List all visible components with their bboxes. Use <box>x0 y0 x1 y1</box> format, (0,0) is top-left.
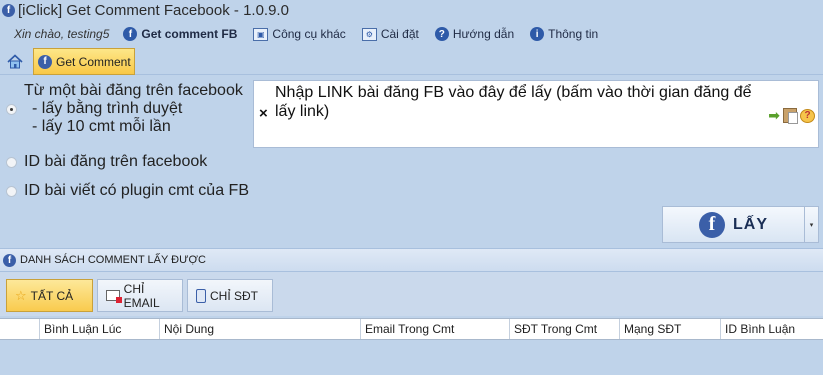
filter-bar: ☆ TẤT CẢ CHỈ EMAIL CHỈ SĐT <box>0 272 823 316</box>
get-dropdown-button[interactable]: ▾ <box>805 206 819 243</box>
filter-phone-label: CHỈ SĐT <box>210 288 258 303</box>
arrow-right-icon[interactable]: ➡ <box>768 107 780 124</box>
menu-other-tools-label: Công cụ khác <box>272 27 346 41</box>
option-from-post-sub2: - lấy 10 cmt mỗi lần <box>32 118 171 135</box>
app-facebook-icon: f <box>2 3 15 17</box>
col-comment-id[interactable]: ID Bình Luận <box>721 319 823 339</box>
home-button[interactable] <box>6 52 24 70</box>
home-icon <box>7 53 23 68</box>
col-email[interactable]: Email Trong Cmt <box>361 319 510 339</box>
phone-icon <box>196 288 206 303</box>
tab-get-comment-label: Get Comment <box>56 54 131 69</box>
facebook-icon: f <box>38 54 52 69</box>
menu-other-tools[interactable]: ▣ Công cụ khác <box>253 27 346 41</box>
star-icon: ☆ <box>15 287 27 303</box>
filter-phone-button[interactable]: CHỈ SĐT <box>187 279 273 312</box>
menu-settings-label: Cài đặt <box>380 27 419 41</box>
tab-get-comment[interactable]: f Get Comment <box>33 48 135 75</box>
menu-settings[interactable]: ⚙ Cài đặt <box>361 27 419 41</box>
menu-get-comment-fb[interactable]: f Get comment FB <box>123 27 237 41</box>
facebook-bubble-icon: f <box>699 211 725 238</box>
clear-icon[interactable]: × <box>259 105 268 122</box>
menu-info[interactable]: i Thông tin <box>530 27 598 41</box>
menu-info-label: Thông tin <box>548 27 599 41</box>
radio-post-id[interactable] <box>6 157 17 168</box>
col-phone[interactable]: SĐT Trong Cmt <box>510 319 620 339</box>
comments-section-header: f DANH SÁCH COMMENT LẤY ĐƯỢC <box>0 248 823 272</box>
link-input[interactable]: × Nhập LINK bài đăng FB vào đây để lấy (… <box>253 80 819 148</box>
filter-all-label: TẤT CẢ <box>30 288 74 303</box>
tools-icon: ▣ <box>253 27 269 41</box>
col-select[interactable] <box>0 319 40 339</box>
question-bubble-icon[interactable]: ? <box>800 108 815 123</box>
option-post-id-label: ID bài đăng trên facebook <box>24 153 208 170</box>
info-icon: i <box>530 27 545 41</box>
col-content[interactable]: Nội Dung <box>160 319 361 339</box>
facebook-icon: f <box>123 27 138 41</box>
filter-email-label: CHỈ EMAIL <box>123 281 160 310</box>
settings-icon: ⚙ <box>361 27 377 41</box>
option-plugin-id[interactable]: ID bài viết có plugin cmt của FB <box>6 182 249 200</box>
tab-bar: f Get Comment <box>0 47 823 75</box>
option-from-post[interactable]: Từ một bài đăng trên facebook - lấy bằng… <box>6 82 243 136</box>
menu-bar: Xin chào, testing5 f Get comment FB ▣ Cô… <box>0 22 614 46</box>
paste-icon[interactable] <box>783 108 798 124</box>
title-bar: f [iClick] Get Comment Facebook - 1.0.9.… <box>0 0 823 20</box>
greeting-text: Xin chào, testing5 <box>14 27 110 41</box>
option-plugin-id-label: ID bài viết có plugin cmt của FB <box>24 182 249 199</box>
get-button[interactable]: f LẤY <box>662 206 805 243</box>
option-post-id[interactable]: ID bài đăng trên facebook <box>6 153 207 171</box>
radio-plugin-id[interactable] <box>6 186 17 197</box>
menu-get-comment-fb-label: Get comment FB <box>141 27 238 41</box>
comments-table-body <box>0 340 823 375</box>
option-from-post-sub1: - lấy bằng trình duyệt <box>32 100 183 117</box>
option-from-post-label: Từ một bài đăng trên facebook <box>24 82 243 99</box>
help-icon: ? <box>434 27 449 41</box>
comments-section-title: DANH SÁCH COMMENT LẤY ĐƯỢC <box>20 254 206 266</box>
menu-guide[interactable]: ? Hướng dẫn <box>434 27 515 41</box>
comments-table-header: Bình Luận Lúc Nội Dung Email Trong Cmt S… <box>0 318 823 340</box>
radio-from-post[interactable] <box>6 104 17 115</box>
get-button-label: LẤY <box>733 215 768 233</box>
facebook-icon: f <box>3 253 16 267</box>
link-input-placeholder: Nhập LINK bài đăng FB vào đây để lấy (bấ… <box>275 84 752 120</box>
filter-email-button[interactable]: CHỈ EMAIL <box>97 279 183 312</box>
email-icon <box>106 290 122 303</box>
menu-guide-label: Hướng dẫn <box>452 27 515 41</box>
window-title: [iClick] Get Comment Facebook - 1.0.9.0 <box>18 1 289 19</box>
filter-all-button[interactable]: ☆ TẤT CẢ <box>6 279 93 312</box>
col-carrier[interactable]: Mạng SĐT <box>620 319 721 339</box>
col-commented-at[interactable]: Bình Luận Lúc <box>40 319 160 339</box>
link-input-actions: ➡ ? <box>768 107 815 124</box>
